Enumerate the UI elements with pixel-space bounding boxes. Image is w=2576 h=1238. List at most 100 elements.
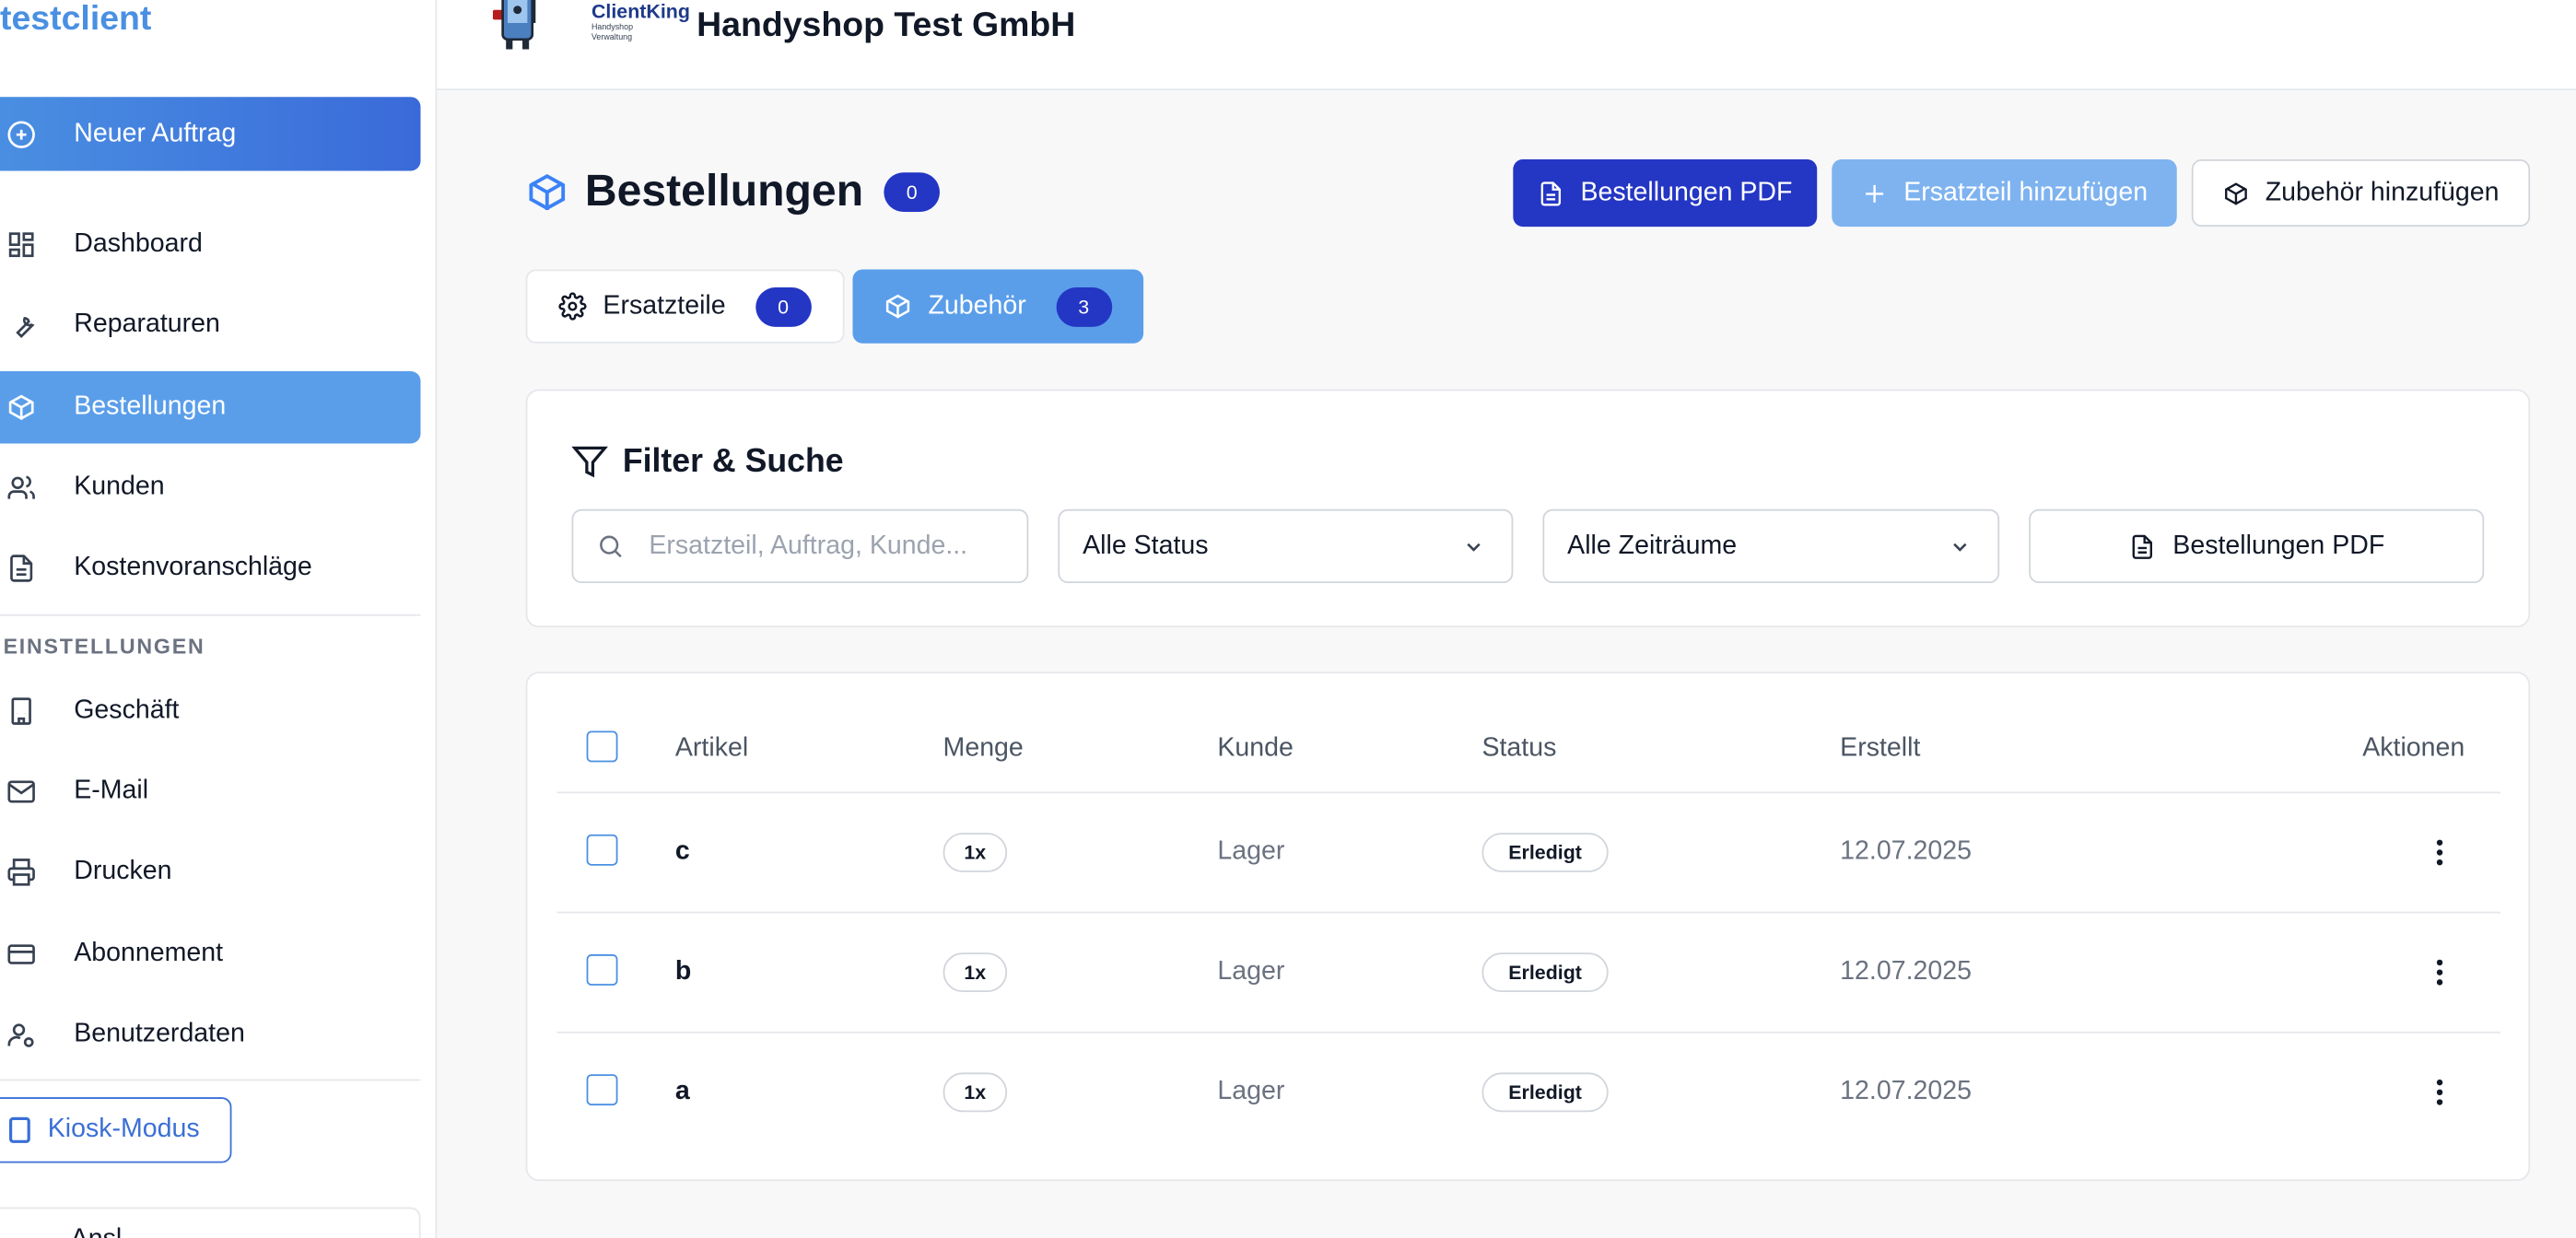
- column-header-menge: Menge: [943, 734, 1024, 763]
- add-spare-part-label: Ersatzteil hinzufügen: [1903, 178, 2149, 206]
- row-checkbox[interactable]: [586, 954, 618, 986]
- page-title: Bestellungen: [584, 166, 864, 216]
- filter-pdf-button[interactable]: Bestellungen PDF: [2029, 508, 2485, 584]
- dashboard-icon: [8, 232, 34, 258]
- building-icon: [11, 697, 31, 725]
- sidebar-item-benutzerdaten[interactable]: Benutzerdaten: [0, 999, 420, 1070]
- cell-kunde: Lager: [1217, 957, 1285, 986]
- wrench-icon: [16, 317, 35, 339]
- filter-icon: [571, 446, 608, 478]
- sidebar: testclient Neuer Auftrag Dashboard Repar…: [0, 0, 438, 1238]
- search-input[interactable]: Ersatzteil, Auftrag, Kunde...: [571, 508, 1029, 584]
- cell-erstellt: 12.07.2025: [1840, 1077, 1972, 1106]
- sidebar-item-geschaeft[interactable]: Geschäft: [0, 675, 420, 747]
- quantity-badge: 1x: [943, 833, 1008, 872]
- column-header-kunde: Kunde: [1217, 734, 1294, 763]
- status-badge: Erledigt: [1481, 952, 1609, 993]
- company-name: Handyshop Test GmbH: [697, 6, 1076, 45]
- sidebar-item-label: E-Mail: [74, 777, 149, 805]
- sidebar-item-label: Kunden: [74, 473, 165, 501]
- sidebar-item-label: Kostenvoranschläge: [74, 553, 312, 582]
- chevron-down-icon: [1953, 543, 1967, 552]
- more-vertical-icon[interactable]: [2429, 958, 2452, 987]
- tab-count-badge: 0: [755, 286, 812, 326]
- tab-count-badge: 3: [1055, 286, 1112, 326]
- new-order-button[interactable]: Neuer Auftrag: [0, 97, 421, 171]
- table-divider: [556, 791, 2501, 794]
- brand-name: testclient: [0, 0, 152, 39]
- tablet-icon: [8, 1116, 30, 1143]
- cell-kunde: Lager: [1217, 1077, 1285, 1106]
- sidebar-item-bestellungen[interactable]: Bestellungen: [0, 371, 421, 444]
- document-icon: [2131, 533, 2152, 558]
- sidebar-item-abonnement[interactable]: Abonnement: [0, 918, 420, 990]
- add-spare-part-button[interactable]: Ersatzteil hinzufügen: [1832, 158, 2177, 228]
- sidebar-item-label: Geschäft: [74, 696, 180, 725]
- credit-card-icon: [7, 944, 35, 964]
- orders-count-badge: 0: [884, 172, 940, 213]
- add-accessory-label: Zubehör hinzufügen: [2265, 178, 2500, 206]
- row-checkbox[interactable]: [586, 1074, 618, 1106]
- sidebar-item-email[interactable]: E-Mail: [0, 755, 420, 827]
- filter-title: Filter & Suche: [622, 443, 844, 480]
- tab-label: Ersatzteile: [603, 291, 726, 320]
- sidebar-item-kostenvoranschlaege[interactable]: Kostenvoranschläge: [0, 532, 420, 604]
- more-vertical-icon[interactable]: [2429, 837, 2452, 867]
- tab-label: Zubehör: [928, 291, 1026, 320]
- sidebar-item-drucken[interactable]: Drucken: [0, 836, 420, 908]
- sidebar-item-label: Abonnement: [74, 939, 224, 968]
- user-settings-icon: [7, 1023, 34, 1047]
- sidebar-divider: [0, 1079, 421, 1081]
- status-badge: Erledigt: [1481, 833, 1609, 872]
- period-select-value: Alle Zeiträume: [1567, 531, 1738, 560]
- logo-mascot-icon: [492, 0, 536, 50]
- column-header-artikel: Artikel: [674, 734, 749, 763]
- sidebar-item-label: Dashboard: [74, 229, 203, 258]
- document-icon: [10, 555, 33, 582]
- orders-pdf-button[interactable]: Bestellungen PDF: [1513, 158, 1818, 228]
- add-accessory-button[interactable]: Zubehör hinzufügen: [2191, 158, 2531, 228]
- kiosk-mode-label: Kiosk-Modus: [47, 1115, 200, 1144]
- sidebar-item-reparaturen[interactable]: Reparaturen: [0, 289, 420, 361]
- sidebar-divider: [0, 613, 421, 616]
- package-icon: [529, 174, 566, 211]
- sidebar-bottom-item[interactable]: Ansl...: [0, 1207, 421, 1238]
- cell-artikel: b: [674, 957, 692, 986]
- tab-ersatzteile[interactable]: Ersatzteile 0: [525, 269, 845, 344]
- quantity-badge: 1x: [943, 1072, 1008, 1113]
- kiosk-mode-button[interactable]: Kiosk-Modus: [0, 1097, 232, 1163]
- period-select[interactable]: Alle Zeiträume: [1542, 508, 2000, 584]
- sidebar-item-dashboard[interactable]: Dashboard: [0, 208, 420, 280]
- sidebar-item-label: Benutzerdaten: [74, 1020, 245, 1048]
- orders-table: Artikel Menge Kunde Status Erstellt Akti…: [525, 672, 2531, 1182]
- table-divider: [556, 911, 2501, 914]
- filter-pdf-label: Bestellungen PDF: [2172, 531, 2385, 560]
- quantity-badge: 1x: [943, 952, 1008, 993]
- table-divider: [556, 1031, 2501, 1034]
- status-select-value: Alle Status: [1083, 531, 1209, 560]
- new-order-label: Neuer Auftrag: [74, 119, 237, 147]
- search-placeholder: Ersatzteil, Auftrag, Kunde...: [649, 531, 968, 560]
- sidebar-item-label: Bestellungen: [74, 392, 227, 421]
- cell-kunde: Lager: [1217, 837, 1285, 866]
- printer-icon: [7, 858, 35, 886]
- status-select[interactable]: Alle Status: [1058, 508, 1514, 584]
- search-icon: [600, 535, 622, 558]
- row-checkbox[interactable]: [586, 834, 618, 866]
- mail-icon: [7, 780, 35, 803]
- logo-subtitle: Handyshop Verwaltung: [591, 22, 634, 43]
- settings-section-label: EINSTELLUNGEN: [3, 634, 205, 660]
- package-icon: [885, 294, 910, 319]
- users-icon: [7, 475, 35, 499]
- clientking-logo[interactable]: ClientKing Handyshop Verwaltung: [483, 0, 690, 53]
- tab-zubehoer[interactable]: Zubehör 3: [852, 269, 1144, 344]
- select-all-checkbox[interactable]: [586, 730, 618, 763]
- more-vertical-icon[interactable]: [2429, 1078, 2452, 1107]
- sidebar-item-label: Reparaturen: [74, 310, 220, 339]
- gear-icon: [558, 292, 587, 321]
- status-badge: Erledigt: [1481, 1072, 1609, 1113]
- top-header: ClientKing Handyshop Verwaltung Handysho…: [437, 0, 2576, 91]
- column-header-aktionen: Aktionen: [2362, 734, 2465, 763]
- sidebar-item-kunden[interactable]: Kunden: [0, 451, 420, 523]
- cell-erstellt: 12.07.2025: [1840, 957, 1972, 986]
